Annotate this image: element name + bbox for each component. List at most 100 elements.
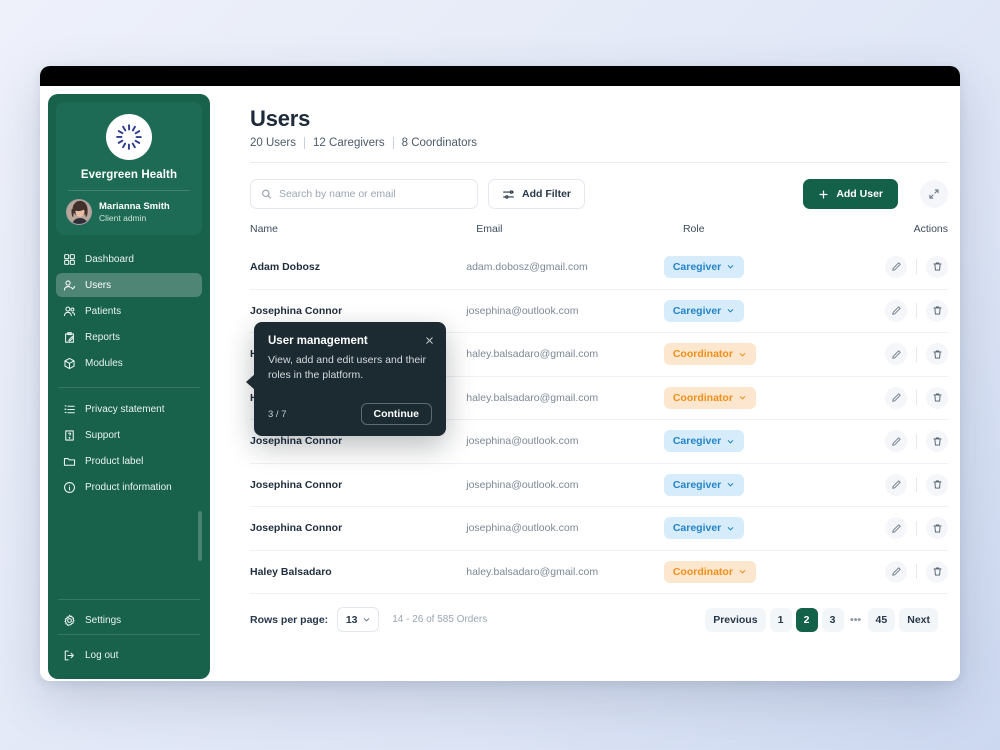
sidebar-item-users[interactable]: Users [56, 273, 202, 297]
column-header-email: Email [476, 223, 503, 235]
user-check-icon [63, 279, 76, 291]
pagination-page-2[interactable]: 2 [795, 607, 818, 632]
pencil-icon [891, 393, 901, 402]
edit-row-button[interactable] [885, 255, 908, 278]
delete-row-button[interactable] [926, 299, 949, 322]
pagination-page-45[interactable]: 45 [867, 607, 896, 632]
role-badge-label: Coordinator [672, 391, 733, 404]
edit-row-button[interactable] [885, 560, 908, 583]
sidebar-scrollbar[interactable] [198, 511, 202, 561]
pencil-icon [891, 350, 901, 359]
cube-icon [64, 357, 75, 369]
role-badge[interactable]: Coordinator [663, 343, 756, 366]
sidebar-item-dashboard[interactable]: Dashboard [56, 247, 202, 271]
cell-actions [867, 517, 949, 540]
delete-row-button[interactable] [926, 255, 949, 278]
action-divider [916, 346, 918, 362]
user-name: Marianna Smith [99, 200, 170, 212]
trash-icon [932, 393, 942, 402]
sidebar-item-label: Product label [85, 455, 144, 467]
close-icon[interactable] [424, 333, 435, 351]
column-header-role: Role [682, 223, 705, 235]
pencil-icon [891, 480, 901, 489]
header-stats: 20 Users 12 Caregivers 8 Coordinators [250, 137, 948, 149]
expand-button[interactable] [920, 180, 948, 208]
cell-actions [867, 255, 949, 278]
edit-row-button[interactable] [885, 299, 908, 322]
table-footer: Rows per page: 13 14 - 26 of 585 Orders … [250, 593, 948, 632]
cell-email: josephina@outlook.com [466, 304, 579, 317]
delete-row-button[interactable] [926, 343, 949, 366]
role-badge[interactable]: Coordinator [663, 560, 756, 583]
sidebar-item-label: Modules [85, 357, 123, 369]
delete-row-button[interactable] [926, 517, 949, 540]
sidebar-item-modules[interactable]: Modules [56, 351, 202, 375]
sidebar-item-product-information[interactable]: Product information [56, 475, 202, 499]
sidebar-item-patients[interactable]: Patients [56, 299, 202, 323]
role-badge[interactable]: Caregiver [663, 473, 745, 496]
rows-per-page-select[interactable]: 13 [337, 607, 380, 632]
delete-row-button[interactable] [926, 430, 949, 453]
table-row: Josephina Connor josephina@outlook.com Car… [250, 506, 949, 550]
add-filter-label: Add Filter [522, 188, 571, 200]
pencil-icon [891, 306, 901, 315]
delete-row-button[interactable] [926, 473, 949, 496]
rows-per-page-value: 13 [345, 613, 358, 626]
role-badge[interactable]: Caregiver [663, 255, 745, 278]
add-filter-button[interactable]: Add Filter [488, 179, 585, 209]
trash-icon [932, 262, 942, 271]
add-user-button[interactable]: Add User [803, 179, 898, 209]
cell-email: haley.balsadaro@gmail.com [466, 391, 599, 404]
cell-actions [867, 386, 949, 409]
sidebar-item-label: Support [85, 429, 121, 441]
search-field[interactable] [250, 179, 478, 209]
stat-separator [392, 137, 394, 149]
trash-icon [932, 567, 942, 576]
edit-row-button[interactable] [885, 430, 908, 453]
sidebar-item-logout[interactable]: Log out [56, 643, 202, 667]
pencil-icon [891, 437, 901, 446]
cell-actions [867, 343, 949, 366]
column-header-actions: Actions [913, 223, 948, 235]
edit-row-button[interactable] [885, 473, 908, 496]
search-input[interactable] [278, 188, 467, 200]
role-badge-label: Caregiver [672, 304, 722, 317]
role-badge-label: Caregiver [672, 260, 722, 273]
sidebar-item-privacy-statement[interactable]: Privacy statement [56, 397, 202, 421]
sidebar-item-product-label[interactable]: Product label [56, 449, 202, 473]
edit-row-button[interactable] [885, 386, 908, 409]
sidebar-item-label: Product information [85, 481, 172, 493]
edit-row-button[interactable] [885, 517, 908, 540]
pagination-next[interactable]: Next [899, 607, 938, 632]
role-badge-label: Coordinator [672, 348, 733, 361]
stat-users: 20 Users [250, 137, 297, 149]
brand-card: Evergreen Health Marianna Smith Client a… [56, 102, 202, 235]
cell-name: Adam Dobosz [250, 260, 321, 273]
logout-icon [64, 650, 74, 660]
pagination-page-1[interactable]: 1 [769, 607, 792, 632]
sidebar-user[interactable]: Marianna Smith Client admin [64, 199, 194, 225]
cell-name: Josephina Connor [250, 304, 343, 317]
stat-separator [304, 137, 306, 149]
delete-row-button[interactable] [926, 386, 949, 409]
brand-name: Evergreen Health [80, 169, 178, 181]
trash-icon [932, 350, 942, 359]
role-badge[interactable]: Caregiver [663, 430, 745, 453]
role-badge[interactable]: Caregiver [663, 517, 745, 540]
cell-email: josephina@outlook.com [466, 478, 579, 491]
sidebar-item-label: Patients [85, 305, 122, 317]
role-badge[interactable]: Coordinator [663, 386, 756, 409]
sidebar-item-reports[interactable]: Reports [56, 325, 202, 349]
delete-row-button[interactable] [926, 560, 949, 583]
role-badge[interactable]: Caregiver [663, 299, 745, 322]
pagination-ellipsis: ••• [850, 613, 862, 626]
pagination-previous[interactable]: Previous [705, 607, 766, 632]
action-divider [916, 303, 918, 319]
edit-row-button[interactable] [885, 343, 908, 366]
continue-button[interactable]: Continue [360, 403, 432, 426]
sidebar-item-settings[interactable]: Settings [56, 608, 202, 632]
sidebar-item-support[interactable]: Support [56, 423, 202, 447]
sliders-icon [503, 189, 514, 199]
sidebar-item-label: Users [85, 279, 112, 291]
pagination-page-3[interactable]: 3 [821, 607, 844, 632]
